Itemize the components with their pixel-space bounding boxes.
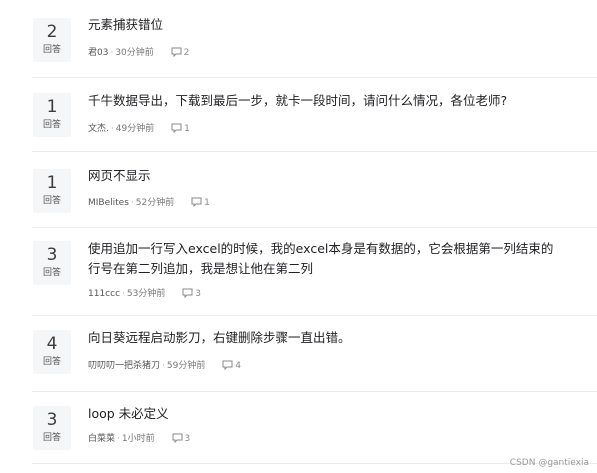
question-title[interactable]: loop 未必定义 (88, 404, 568, 424)
post-time: 30分钟前 (115, 48, 154, 58)
question-title[interactable]: 元素捕获错位 (88, 15, 568, 35)
comment-icon (171, 123, 182, 134)
answer-label: 回答 (42, 45, 61, 55)
comment-count[interactable]: 3 (172, 433, 190, 445)
author-name[interactable]: MIBelites (88, 198, 129, 208)
post-time: 49分钟前 (115, 124, 155, 134)
question-item[interactable]: 1 回答 千牛数据导出，下载到最后一步，就卡一段时间，请问什么情况，各位老师? … (32, 78, 597, 152)
comment-count[interactable]: 3 (182, 288, 201, 300)
author-name[interactable]: 白菜菜 (88, 434, 115, 444)
question-meta: 白菜菜 · 1小时前 3 (88, 433, 191, 445)
answer-label: 回答 (42, 196, 61, 206)
comment-count[interactable]: 2 (171, 47, 189, 59)
post-time: 52分钟前 (135, 198, 175, 208)
author-name[interactable]: 文杰. (88, 124, 109, 134)
answer-count-box: 4 回答 (33, 330, 71, 374)
author-name[interactable]: 111ccc (88, 289, 120, 299)
answer-label: 回答 (42, 433, 61, 443)
author-name[interactable]: 叨叨叨一把杀猪刀 (88, 361, 160, 371)
question-item[interactable]: 2 回答 元素捕获错位 君03 · 30分钟前 2 (32, 0, 597, 78)
question-meta: MIBelites · 52分钟前 1 (88, 197, 210, 209)
answer-count-box: 3 回答 (33, 241, 71, 285)
answer-label: 回答 (42, 120, 61, 130)
answer-count: 1 (46, 173, 58, 193)
answer-label: 回答 (42, 268, 61, 278)
comment-icon (171, 47, 182, 58)
comment-count[interactable]: 4 (222, 360, 241, 372)
post-time: 53分钟前 (126, 289, 166, 299)
answer-label: 回答 (42, 357, 61, 367)
comment-icon (191, 197, 202, 208)
comment-icon (182, 288, 193, 299)
answer-count: 4 (46, 334, 58, 354)
comment-icon (172, 433, 182, 444)
comment-count[interactable]: 1 (191, 197, 210, 209)
question-item[interactable]: 1 回答 网页不显示 MIBelites · 52分钟前 1 (32, 152, 597, 228)
answer-count-box: 3 回答 (33, 406, 71, 450)
question-title[interactable]: 网页不显示 (88, 166, 568, 186)
csdn-watermark: CSDN @gantiexia (509, 458, 589, 468)
answer-count-box: 1 回答 (33, 93, 71, 137)
question-meta: 文杰. · 49分钟前 1 (88, 123, 190, 135)
answer-count: 2 (46, 22, 58, 42)
question-title[interactable]: 千牛数据导出，下载到最后一步，就卡一段时间，请问什么情况，各位老师? (88, 91, 568, 111)
question-title[interactable]: 使用追加一行写入excel的时候，我的excel本身是有数据的，它会根据第一列结… (88, 239, 558, 279)
question-item[interactable]: 4 回答 向日葵远程启动影刀，右键删除步骤一直出错。 叨叨叨一把杀猪刀 · 59分钟… (32, 316, 597, 392)
question-meta: 叨叨叨一把杀猪刀 · 59分钟前 4 (88, 360, 241, 372)
question-meta: 111ccc · 53分钟前 3 (88, 288, 201, 300)
author-name[interactable]: 君03 (88, 48, 108, 58)
answer-count: 3 (46, 245, 58, 265)
question-title[interactable]: 向日葵远程启动影刀，右键删除步骤一直出错。 (88, 328, 568, 348)
question-meta: 君03 · 30分钟前 2 (88, 47, 190, 59)
answer-count-box: 2 回答 (33, 18, 71, 62)
question-item[interactable]: 3 回答 使用追加一行写入excel的时候，我的excel本身是有数据的，它会根… (32, 228, 597, 316)
question-item[interactable]: 3 回答 loop 未必定义 白菜菜 · 1小时前 3 (32, 392, 597, 464)
post-time: 59分钟前 (166, 361, 206, 371)
post-time: 1小时前 (121, 434, 155, 444)
answer-count-box: 1 回答 (33, 169, 71, 213)
answer-count: 3 (46, 410, 58, 430)
comment-count[interactable]: 1 (171, 123, 190, 135)
answer-count: 1 (46, 97, 58, 117)
comment-icon (222, 360, 233, 371)
